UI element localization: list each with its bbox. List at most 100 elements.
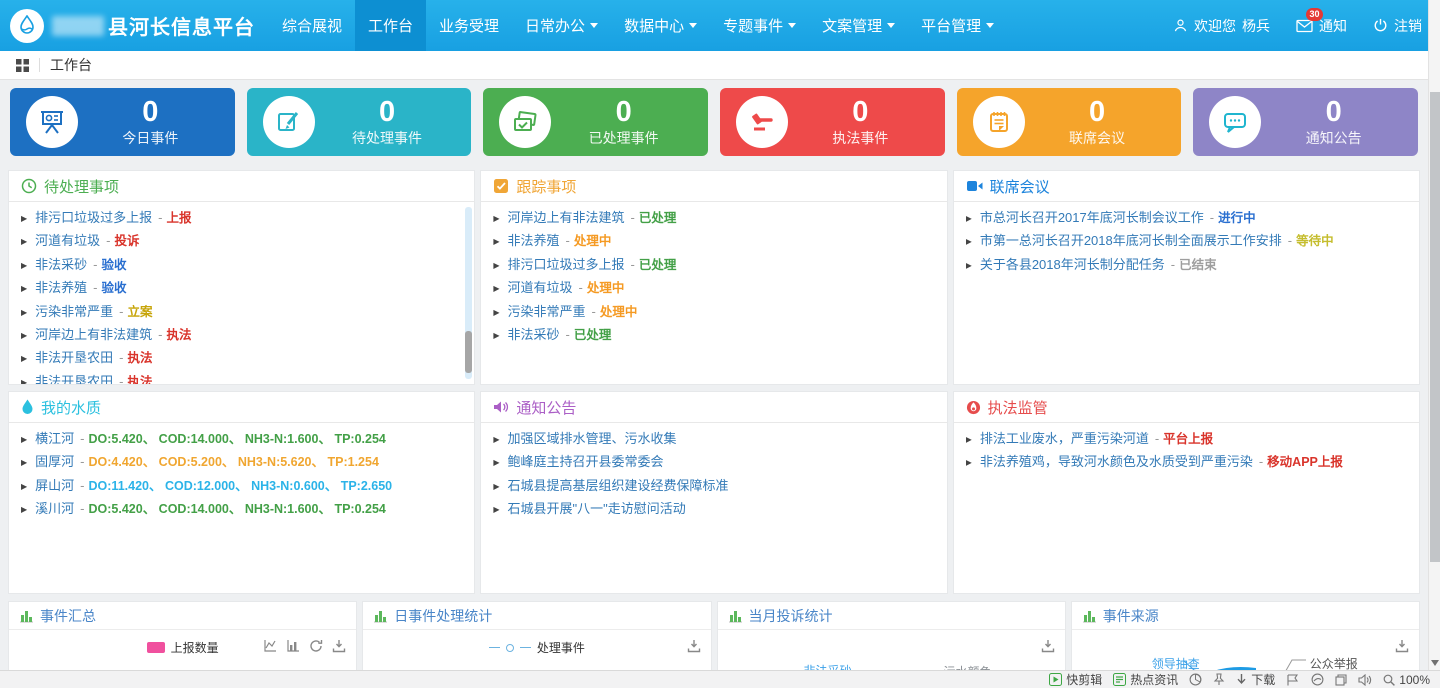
panel-joint-meetings: 联席会议 ▶市总河长召开2017年底河长制会议工作-进行中 ▶市第一总河长召开2… bbox=[953, 170, 1420, 385]
list-item[interactable]: ▶河岸边上有非法建筑-已处理 bbox=[493, 207, 934, 230]
quick-clip-button[interactable]: 快剪辑 bbox=[1049, 671, 1102, 688]
download-icon[interactable] bbox=[1041, 639, 1055, 653]
stat-card-processed-events[interactable]: 0已处理事件 bbox=[483, 88, 708, 156]
status-tag: 立案 bbox=[128, 305, 153, 319]
stat-value: 0 bbox=[1261, 97, 1406, 127]
list-item[interactable]: ▶非法开垦农田-执法 bbox=[21, 371, 462, 385]
status-tag: 执法 bbox=[167, 328, 192, 342]
list-item[interactable]: ▶市第一总河长召开2018年底河长制全面展示工作安排-等待中 bbox=[966, 230, 1407, 253]
status-tag: 已结束 bbox=[1179, 258, 1217, 272]
panel-title: 联席会议 bbox=[990, 176, 1050, 197]
list-item[interactable]: ▶鲍峰庭主持召开县委常委会 bbox=[493, 451, 934, 474]
list-item[interactable]: ▶河道有垃圾-投诉 bbox=[21, 230, 462, 253]
menu-item-platform-management[interactable]: 平台管理 bbox=[908, 0, 1007, 51]
stat-card-enforcement-events[interactable]: 0执法事件 bbox=[720, 88, 945, 156]
chart-legend[interactable]: 处理事件 bbox=[363, 639, 710, 656]
list-item[interactable]: ▶排污口垃圾过多上报-上报 bbox=[21, 207, 462, 230]
list-item[interactable]: ▶排法工业废水，严重污染河道-平台上报 bbox=[966, 428, 1407, 451]
notifications-button[interactable]: 30 通知 bbox=[1296, 16, 1347, 36]
clock-icon bbox=[21, 178, 37, 194]
download-icon[interactable] bbox=[332, 639, 346, 653]
download-icon[interactable] bbox=[687, 639, 701, 653]
download-icon[interactable] bbox=[1395, 639, 1409, 653]
grid-icon[interactable] bbox=[16, 59, 29, 72]
hot-news-button[interactable]: 热点资讯 bbox=[1113, 671, 1178, 688]
caret-right-icon: ▶ bbox=[966, 237, 972, 246]
line-chart-toggle-icon[interactable] bbox=[263, 639, 277, 653]
caret-right-icon: ▶ bbox=[21, 214, 27, 223]
divider bbox=[39, 58, 40, 72]
menu-item-overview[interactable]: 综合展视 bbox=[269, 0, 355, 51]
menu-item-workbench[interactable]: 工作台 bbox=[355, 0, 426, 51]
menu-item-daily-office[interactable]: 日常办公 bbox=[512, 0, 611, 51]
panel-title: 执法监管 bbox=[988, 397, 1048, 418]
flag-icon[interactable] bbox=[1286, 674, 1300, 686]
power-icon bbox=[1373, 18, 1388, 33]
list-item[interactable]: ▶石城县开展"八一"走访慰问活动 bbox=[493, 498, 934, 521]
download-manager-button[interactable]: 下载 bbox=[1236, 671, 1275, 688]
notepad-icon bbox=[973, 96, 1025, 148]
pin-icon[interactable] bbox=[1213, 673, 1225, 686]
speaker-icon[interactable] bbox=[1358, 674, 1372, 686]
caret-right-icon: ▶ bbox=[21, 261, 27, 270]
list-item[interactable]: ▶污染非常严重-立案 bbox=[21, 301, 462, 324]
list-item[interactable]: ▶固厚河-DO:4.420、 COD:5.200、 NH3-N:5.620、 T… bbox=[21, 451, 462, 474]
menu-item-data-center[interactable]: 数据中心 bbox=[611, 0, 710, 51]
panel-title: 待处理事项 bbox=[44, 176, 119, 197]
list-item[interactable]: ▶非法养殖鸡，导致河水颜色及水质受到严重污染-移动APP上报 bbox=[966, 451, 1407, 474]
browser-wheel-icon[interactable] bbox=[1189, 673, 1202, 686]
list-item[interactable]: ▶污染非常严重-处理中 bbox=[493, 301, 934, 324]
caret-right-icon: ▶ bbox=[21, 284, 27, 293]
list-item[interactable]: ▶非法养殖-验收 bbox=[21, 277, 462, 300]
list-item[interactable]: ▶加强区域排水管理、污水收集 bbox=[493, 428, 934, 451]
scrollbar-thumb[interactable] bbox=[465, 331, 472, 373]
chevron-down-icon bbox=[788, 23, 796, 28]
caret-right-icon: ▶ bbox=[966, 214, 972, 223]
logout-button[interactable]: 注销 bbox=[1373, 16, 1422, 36]
top-navbar: 县河长信息平台 综合展视 工作台 业务受理 日常办公 数据中心 专题事件 文案管… bbox=[0, 0, 1440, 51]
panel-scrollbar[interactable] bbox=[465, 207, 472, 379]
list-item[interactable]: ▶屏山河-DO:11.420、 COD:12.000、 NH3-N:0.600、… bbox=[21, 475, 462, 498]
scrollbar-thumb[interactable] bbox=[1430, 92, 1440, 562]
water-metrics: DO:5.420、 COD:14.000、 NH3-N:1.600、 TP:0.… bbox=[89, 432, 386, 446]
list-item[interactable]: ▶非法开垦农田-执法 bbox=[21, 347, 462, 370]
caret-right-icon: ▶ bbox=[21, 331, 27, 340]
bar-chart-toggle-icon[interactable] bbox=[286, 639, 300, 653]
stat-card-pending-events[interactable]: 0待处理事件 bbox=[247, 88, 472, 156]
list-item[interactable]: ▶非法采砂-已处理 bbox=[493, 324, 934, 347]
refresh-icon[interactable] bbox=[309, 639, 323, 653]
chat-bubble-icon bbox=[1209, 96, 1261, 148]
page-scrollbar[interactable] bbox=[1428, 0, 1440, 670]
menu-item-special-events[interactable]: 专题事件 bbox=[710, 0, 809, 51]
menu-item-business-acceptance[interactable]: 业务受理 bbox=[426, 0, 512, 51]
menu-item-document-management[interactable]: 文案管理 bbox=[809, 0, 908, 51]
stat-card-joint-meetings[interactable]: 0联席会议 bbox=[957, 88, 1182, 156]
list-item[interactable]: ▶市总河长召开2017年底河长制会议工作-进行中 bbox=[966, 207, 1407, 230]
stat-card-announcements[interactable]: 0通知公告 bbox=[1193, 88, 1418, 156]
list-item[interactable]: ▶溪川河-DO:5.420、 COD:14.000、 NH3-N:1.600、 … bbox=[21, 498, 462, 521]
chart-title: 日事件处理统计 bbox=[394, 606, 492, 626]
list-item[interactable]: ▶河岸边上有非法建筑-执法 bbox=[21, 324, 462, 347]
magnifier-icon bbox=[1383, 674, 1395, 686]
caret-right-icon: ▶ bbox=[21, 378, 27, 385]
stat-card-today-events[interactable]: 0今日事件 bbox=[10, 88, 235, 156]
caret-right-icon: ▶ bbox=[21, 237, 27, 246]
chart-daily-processing: 日事件处理统计 处理事件 bbox=[362, 601, 711, 672]
caret-right-icon: ▶ bbox=[493, 237, 499, 246]
user-welcome[interactable]: 欢迎您 杨兵 bbox=[1173, 16, 1270, 36]
download-arrow-icon bbox=[1236, 673, 1247, 686]
enforcement-icon bbox=[966, 400, 981, 415]
list-item[interactable]: ▶非法采砂-验收 bbox=[21, 254, 462, 277]
list-item[interactable]: ▶石城县提高基层组织建设经费保障标准 bbox=[493, 475, 934, 498]
list-item[interactable]: ▶排污口垃圾过多上报-已处理 bbox=[493, 254, 934, 277]
list-item[interactable]: ▶河道有垃圾-处理中 bbox=[493, 277, 934, 300]
list-item[interactable]: ▶横江河-DO:5.420、 COD:14.000、 NH3-N:1.600、 … bbox=[21, 428, 462, 451]
news-icon bbox=[1113, 673, 1126, 686]
list-item[interactable]: ▶关于各县2018年河长制分配任务-已结束 bbox=[966, 254, 1407, 277]
list-item[interactable]: ▶非法养殖-处理中 bbox=[493, 230, 934, 253]
zoom-control[interactable]: 100% bbox=[1383, 673, 1430, 687]
scrollbar-down-arrow[interactable] bbox=[1431, 660, 1439, 666]
window-icon[interactable] bbox=[1335, 674, 1347, 686]
share-icon[interactable] bbox=[1311, 673, 1324, 686]
bar-chart-icon bbox=[373, 609, 388, 623]
